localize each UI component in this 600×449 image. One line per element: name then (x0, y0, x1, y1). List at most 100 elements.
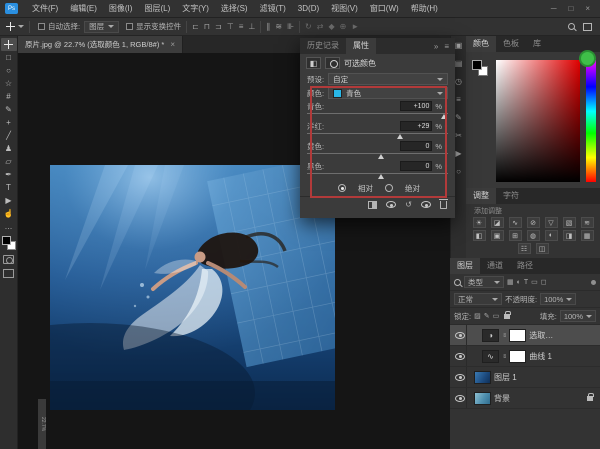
tab-layers[interactable]: 图层 (450, 258, 480, 274)
info-panel-icon[interactable]: ▤ (455, 59, 463, 68)
black-slider-track[interactable] (307, 173, 448, 181)
clipboard-icon[interactable]: ✂ (455, 131, 462, 140)
tab-libraries[interactable]: 库 (526, 36, 548, 52)
stepper-icons[interactable]: ▲▼ (444, 123, 448, 129)
align-left-icon[interactable]: ⊏ (192, 22, 199, 31)
fill-dropdown[interactable]: 100% (560, 310, 596, 322)
layer-row-curves[interactable]: ∿ ∞ 曲线 1 (450, 346, 600, 367)
relative-radio[interactable] (338, 184, 346, 192)
menu-view[interactable]: 视图(V) (325, 3, 364, 14)
slider-thumb[interactable] (378, 174, 384, 179)
levels-icon[interactable]: ◪ (491, 217, 504, 228)
align-vcenter-icon[interactable]: ≡ (239, 22, 244, 31)
lock-transparency-icon[interactable]: ▨ (474, 312, 481, 320)
screen-mode-icon[interactable] (3, 269, 14, 278)
foreground-color-swatch[interactable] (472, 60, 482, 70)
slider-thumb[interactable] (378, 154, 384, 159)
exposure-icon[interactable]: ⊘ (527, 217, 540, 228)
menu-edit[interactable]: 编辑(E) (64, 3, 103, 14)
properties-icon[interactable]: ≡ (456, 95, 461, 104)
adjustment-thumbnail[interactable]: ◑ (482, 329, 499, 342)
layer-thumbnail[interactable] (474, 371, 491, 384)
more-tools-button[interactable]: … (1, 220, 17, 233)
pen-tool[interactable]: ✒ (1, 168, 17, 181)
saturation-brightness-field[interactable] (496, 60, 580, 182)
auto-select-checkbox[interactable] (38, 23, 45, 30)
quick-mask-icon[interactable] (3, 255, 14, 264)
document-tab[interactable]: 原片.jpg @ 22.7% (选取颜色 1, RGB/8#) * × (18, 36, 183, 53)
menu-3d[interactable]: 3D(D) (292, 4, 325, 13)
layer-mask-thumbnail[interactable] (509, 350, 526, 363)
preset-dropdown[interactable]: 自定 (328, 73, 448, 85)
canvas-photo[interactable] (50, 165, 335, 410)
stepper-icons[interactable]: ▲▼ (444, 163, 448, 169)
tab-color[interactable]: 颜色 (466, 36, 496, 52)
cyan-value-field[interactable]: +100 (400, 101, 432, 111)
3d-scale-icon[interactable]: ► (351, 22, 359, 31)
previous-state-eye-icon[interactable] (386, 201, 396, 208)
adjustment-thumbnail[interactable]: ∿ (482, 350, 499, 363)
layer-mask-thumbnail[interactable] (509, 329, 526, 342)
filter-type-icon[interactable]: T (524, 279, 528, 286)
vibrance-icon[interactable]: ▽ (545, 217, 558, 228)
align-hcenter-icon[interactable]: ⊓ (204, 22, 210, 31)
tab-channels[interactable]: 通道 (480, 258, 510, 274)
color-balance-icon[interactable]: ≋ (581, 217, 594, 228)
magenta-slider-track[interactable] (307, 133, 448, 141)
tab-paths[interactable]: 路径 (510, 258, 540, 274)
brush-settings-icon[interactable]: ✎ (455, 113, 462, 122)
panels-icon[interactable]: ▣ (455, 41, 463, 50)
learn-icon[interactable]: ○ (456, 167, 461, 176)
tab-swatches[interactable]: 色板 (496, 36, 526, 52)
layer-name[interactable]: 图层 1 (494, 372, 517, 383)
blend-mode-dropdown[interactable]: 正常 (454, 293, 502, 305)
lasso-tool[interactable]: ○ (1, 64, 17, 77)
tool-preset-caret-icon[interactable] (18, 25, 24, 28)
absolute-radio[interactable] (385, 184, 393, 192)
yellow-value-field[interactable]: 0 (400, 141, 432, 151)
posterize-icon[interactable]: ◨ (563, 230, 576, 241)
lock-all-icon[interactable] (504, 314, 510, 319)
reset-icon[interactable]: ↺ (405, 200, 412, 209)
filter-shape-icon[interactable]: ▭ (531, 278, 538, 286)
curves-icon[interactable]: ∿ (509, 217, 522, 228)
align-top-icon[interactable]: ⊤ (227, 22, 234, 31)
tab-history[interactable]: 历史记录 (300, 38, 346, 54)
workspace-icon[interactable] (583, 23, 592, 31)
layer-row-selective-color[interactable]: ◑ ∞ 选取… (450, 325, 600, 346)
filter-pixel-icon[interactable]: ▦ (507, 278, 514, 286)
layer-row-layer1[interactable]: 图层 1 (450, 367, 600, 388)
color-channel-dropdown[interactable]: 青色 (328, 87, 448, 99)
stepper-icons[interactable]: ▲▼ (444, 103, 448, 109)
stamp-tool[interactable]: ♟ (1, 142, 17, 155)
opacity-dropdown[interactable]: 100% (540, 293, 576, 305)
menu-filter[interactable]: 滤镜(T) (254, 3, 292, 14)
path-select-tool[interactable]: ▶ (1, 194, 17, 207)
history-icon[interactable]: ◷ (455, 77, 462, 86)
filter-adjust-icon[interactable]: ◐ (517, 279, 521, 286)
menu-window[interactable]: 窗口(W) (364, 3, 405, 14)
hue-slider-knob[interactable] (579, 50, 596, 67)
actions-icon[interactable]: ▶ (455, 149, 461, 158)
channel-mixer-icon[interactable]: ⊞ (509, 230, 522, 241)
hand-tool[interactable]: ☝ (1, 207, 17, 220)
magenta-value-field[interactable]: +29 (400, 121, 432, 131)
layer-name[interactable]: 选取… (529, 330, 553, 341)
brush-tool[interactable]: ╱ (1, 129, 17, 142)
move-tool[interactable] (1, 38, 17, 51)
eraser-tool[interactable]: ▱ (1, 155, 17, 168)
maximize-button[interactable]: □ (568, 4, 573, 13)
3d-roll-icon[interactable]: ⇄ (317, 22, 324, 31)
menu-file[interactable]: 文件(F) (26, 3, 64, 14)
align-right-icon[interactable]: ⊐ (215, 22, 222, 31)
yellow-slider-track[interactable] (307, 153, 448, 161)
black-value-field[interactable]: 0 (400, 161, 432, 171)
menu-image[interactable]: 图像(I) (103, 3, 139, 14)
tab-properties[interactable]: 属性 (346, 38, 376, 54)
stepper-icons[interactable]: ▲▼ (444, 143, 448, 149)
3d-drag-icon[interactable]: ◆ (328, 22, 334, 31)
menu-type[interactable]: 文字(Y) (176, 3, 215, 14)
filter-type-dropdown[interactable]: 类型 (464, 276, 504, 288)
cyan-slider-track[interactable] (307, 113, 448, 121)
type-tool[interactable]: T (1, 181, 17, 194)
